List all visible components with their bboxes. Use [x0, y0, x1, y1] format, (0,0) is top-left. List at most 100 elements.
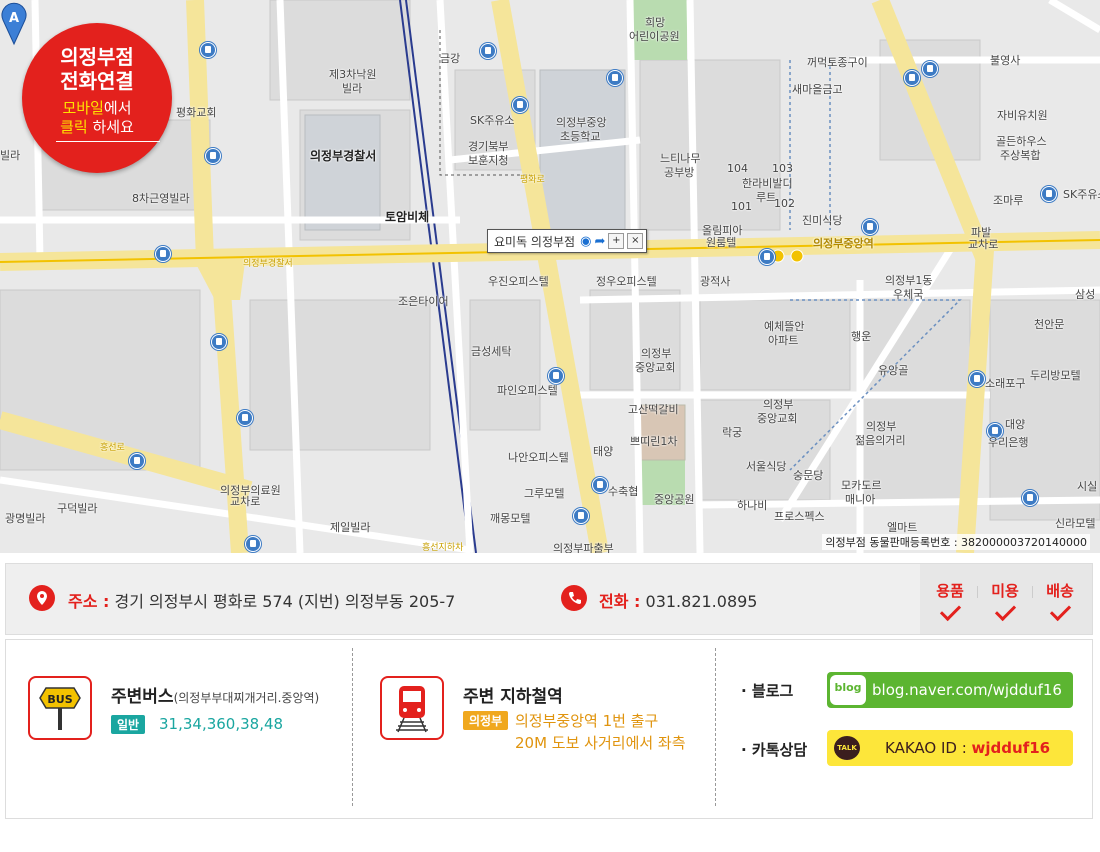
- phone-icon: [561, 585, 587, 611]
- map-label: 불영사: [990, 54, 1021, 67]
- map-label: SK주유소: [470, 114, 515, 127]
- bus-stop-icon[interactable]: [922, 61, 938, 77]
- phone-text[interactable]: 전화 : 031.821.0895: [599, 588, 757, 612]
- bus-stop-icon[interactable]: [512, 97, 528, 113]
- map-label: 대양: [1005, 418, 1026, 431]
- bus-stop-icon[interactable]: [759, 249, 775, 265]
- map-label: 중앙교회: [757, 412, 798, 425]
- map-label: 금강: [440, 52, 461, 65]
- station-road-label: 의정부중앙역: [813, 237, 874, 250]
- kakao-id[interactable]: KAKAO ID : wjdduf16: [885, 730, 1050, 766]
- map-label: 원룸텔: [706, 236, 737, 249]
- map-label: 쁘띠린1차: [630, 435, 678, 448]
- place-popup[interactable]: 요미독 의정부점 ◉ ➦ + ×: [487, 229, 648, 253]
- bus-stop-icon[interactable]: [200, 42, 216, 58]
- check-icon: [994, 599, 1016, 622]
- map-label: 구덕빌라: [57, 502, 98, 515]
- bus-stop-icon[interactable]: [129, 453, 145, 469]
- bus-stop-icon[interactable]: [155, 246, 171, 262]
- map-label: 우체국: [893, 288, 924, 301]
- close-button[interactable]: ×: [627, 233, 644, 249]
- map-label: 시실: [1077, 480, 1098, 493]
- bus-stop-icon[interactable]: [1022, 490, 1038, 506]
- address-bar: 주소 : 경기 의정부시 평화로 574 (지번) 의정부동 205-7 전화 …: [5, 563, 1093, 635]
- map-label: 101: [731, 200, 752, 213]
- map-label: 두리방모텔: [1030, 369, 1081, 382]
- map-label: 의정부경찰서: [243, 259, 293, 269]
- map-label: 빌라: [342, 82, 363, 95]
- map-label: 어린이공원: [629, 30, 680, 43]
- phone-value[interactable]: 031.821.0895: [646, 592, 758, 611]
- location-marker-icon[interactable]: A: [0, 0, 30, 46]
- map-label: SK주유소: [1063, 188, 1100, 201]
- bus-stop-icon[interactable]: [245, 536, 261, 552]
- address-key: 주소 :: [68, 592, 110, 611]
- bus-stop-icon[interactable]: [573, 508, 589, 524]
- map-label: 정우오피스텔: [596, 275, 657, 288]
- map-label: 토암비체: [385, 210, 430, 224]
- bus-stop-icon[interactable]: [1041, 186, 1057, 202]
- divider: [352, 648, 353, 806]
- map-pin-icon: [29, 585, 55, 611]
- map-label: 교차로: [968, 238, 999, 251]
- map-label: 그루모텔: [524, 487, 565, 500]
- map-label: 엘마트: [887, 521, 918, 534]
- map-label: 보훈지청: [468, 154, 509, 167]
- bus-stop-icon[interactable]: [237, 410, 253, 426]
- call-connect-badge[interactable]: 의정부점 전화연결 모바일에서 클릭 하세요: [22, 23, 172, 173]
- kakao-id-value[interactable]: wjdduf16: [972, 739, 1051, 757]
- kakao-link[interactable]: TALK KAKAO ID : wjdduf16: [827, 730, 1073, 766]
- directions-icon[interactable]: ➦: [594, 234, 605, 249]
- map-label: 평화로: [520, 175, 545, 185]
- bus-title: 주변버스(의정부부대찌개거리.중앙역): [111, 682, 319, 707]
- map-label: 프로스펙스: [774, 510, 825, 523]
- service-delivery: 배송: [1035, 580, 1085, 622]
- registration-number: 의정부점 동물판매등록번호 : 382000003720140000: [822, 534, 1090, 550]
- map-label: 광적사: [700, 275, 731, 288]
- kakao-id-label: KAKAO ID :: [885, 739, 972, 757]
- bus-stop-icon[interactable]: [904, 70, 920, 86]
- map-label: 젊음의거리: [855, 434, 906, 447]
- map-label: 서울식당: [746, 460, 787, 473]
- location-icon[interactable]: ◉: [580, 234, 591, 249]
- bus-stop-icon[interactable]: [969, 371, 985, 387]
- map-label: 평화교회: [176, 106, 217, 119]
- map-label: 빌라: [0, 149, 21, 162]
- map-label: 초등학교: [560, 130, 601, 143]
- blog-url[interactable]: blog.naver.com/wjdduf16: [872, 672, 1062, 708]
- map-label: 숭문당: [793, 469, 824, 482]
- map-label: 조마루: [993, 194, 1024, 207]
- subway-title: 주변 지하철역: [463, 687, 563, 707]
- bus-type-tag: 일반: [111, 715, 146, 734]
- marker-letter: A: [9, 11, 19, 26]
- bus-stop-icon[interactable]: [592, 477, 608, 493]
- divider: [715, 648, 716, 806]
- address-value: 경기 의정부시 평화로 574 (지번) 의정부동 205-7: [114, 592, 456, 611]
- subway-line1: 의정부중앙역 1번 출구: [515, 712, 659, 730]
- bus-title-text: 주변버스: [111, 687, 174, 707]
- map-label: 신라모텔: [1055, 517, 1096, 530]
- bus-stop-icon[interactable]: [211, 334, 227, 350]
- transport-info: BUS 주변버스(의정부부대찌개거리.중앙역) 일반 31,34,360,38,…: [5, 639, 1093, 819]
- bus-stop-icon[interactable]: [607, 70, 623, 86]
- zoom-in-button[interactable]: +: [608, 233, 625, 249]
- bus-stop-icon[interactable]: [862, 219, 878, 235]
- map-label: 유앙골: [878, 364, 909, 377]
- check-icon: [939, 599, 961, 622]
- kakao-talk-icon: TALK: [834, 736, 860, 760]
- divider: [1032, 586, 1033, 598]
- badge-arrow: [56, 141, 160, 142]
- subway-train-icon: [380, 676, 444, 740]
- bus-icon: BUS: [28, 676, 92, 740]
- map-label: 삼성: [1075, 288, 1096, 301]
- kakao-label: · 카톡상담: [741, 741, 808, 759]
- bus-stop-icon[interactable]: [205, 148, 221, 164]
- map-label: 나안오피스텔: [508, 451, 569, 464]
- service-goods: 용품: [925, 580, 975, 622]
- map-label: 의정부경찰서: [310, 149, 377, 163]
- map[interactable]: 제3차낙원 빌라 평화교회 8차근영빌라 빌라 금강 SK주유소 경기북부 보훈지청 의정부중앙 초…: [0, 0, 1100, 553]
- bus-stop-icon[interactable]: [480, 43, 496, 59]
- blog-link[interactable]: blog blog.naver.com/wjdduf16: [827, 672, 1073, 708]
- map-label: 104: [727, 162, 748, 175]
- bus-subtitle: (의정부부대찌개거리.중앙역): [173, 691, 320, 705]
